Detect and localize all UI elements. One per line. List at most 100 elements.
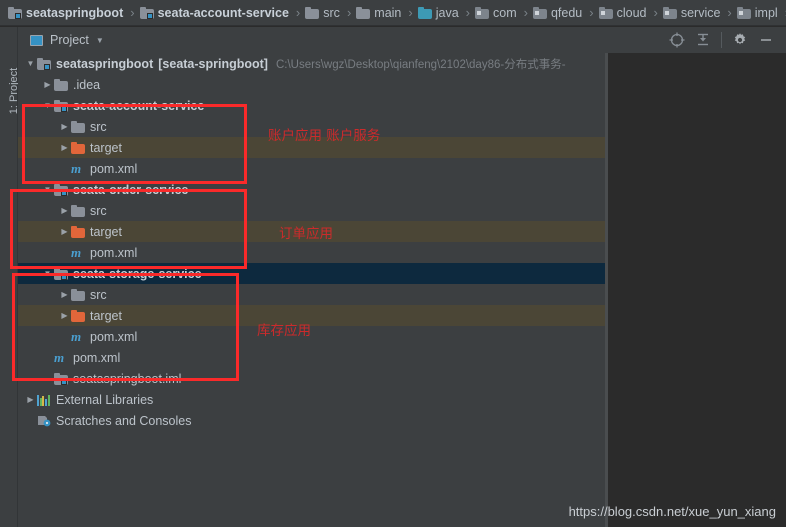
chevron-right-icon[interactable]: ▶ xyxy=(58,122,71,131)
tree-row[interactable]: ▶mpom.xml xyxy=(18,347,605,368)
tree-row-label: .idea xyxy=(73,77,101,92)
breadcrumb-separator: › xyxy=(653,5,658,20)
tree-row[interactable]: ▶mpom.xml xyxy=(18,158,605,179)
tree-row-label: seataspringboot.iml xyxy=(73,371,182,386)
project-icon xyxy=(30,34,43,46)
breadcrumb-item-impl[interactable]: impl xyxy=(735,0,780,25)
breadcrumb-separator: › xyxy=(780,5,786,20)
tree-row[interactable]: ▶Scratches and Consoles xyxy=(18,410,605,431)
chevron-right-icon[interactable]: ▶ xyxy=(58,290,71,299)
tree-row-label: pom.xml xyxy=(73,350,121,365)
editor-area xyxy=(608,53,786,527)
excluded-folder-icon xyxy=(71,141,85,154)
package-folder-icon xyxy=(662,6,677,19)
select-opened-file-icon[interactable] xyxy=(665,29,689,51)
tree-row[interactable]: ▶mpom.xml xyxy=(18,326,605,347)
folder-icon xyxy=(71,120,85,133)
breadcrumb-item-seataspringboot[interactable]: seataspringboot xyxy=(6,0,125,25)
chevron-right-icon[interactable]: ▶ xyxy=(41,80,54,89)
tree-row[interactable]: ▼ seata-account-service xyxy=(18,95,605,116)
excluded-folder-icon xyxy=(71,309,85,322)
breadcrumb-item-label: main xyxy=(374,5,402,20)
breadcrumb-item-label: impl xyxy=(754,5,778,20)
maven-file-icon: m xyxy=(54,349,65,365)
tree-row-path: C:\Users\wgz\Desktop\qianfeng\2102\day86… xyxy=(275,58,566,71)
maven-file-icon: m xyxy=(71,160,82,176)
order-note: 订单应用 xyxy=(279,226,333,242)
chevron-down-icon[interactable]: ▼ xyxy=(41,269,54,278)
tree-row[interactable]: ▶ src xyxy=(18,200,605,221)
module-folder-icon xyxy=(54,267,68,280)
tree-row[interactable]: ▼ seata-storage-service xyxy=(18,263,605,284)
chevron-right-icon[interactable]: ▶ xyxy=(58,206,71,215)
package-folder-icon xyxy=(475,6,489,19)
libraries-icon xyxy=(37,394,51,406)
package-folder-icon xyxy=(736,6,751,19)
tree-row-label: seata-storage-service xyxy=(73,266,202,281)
module-folder-icon xyxy=(8,6,22,19)
breadcrumb-item-label: cloud xyxy=(616,5,647,20)
account-note: 账户应用 账户服务 xyxy=(268,128,381,144)
breadcrumb-separator: › xyxy=(408,5,413,20)
settings-gear-icon[interactable] xyxy=(728,29,752,51)
tree-row[interactable]: ▶ External Libraries xyxy=(18,389,605,410)
folder-icon xyxy=(305,6,320,19)
breadcrumb-item-cloud[interactable]: cloud xyxy=(597,0,649,25)
chevron-right-icon[interactable]: ▶ xyxy=(58,143,71,152)
chevron-down-icon[interactable]: ▼ xyxy=(41,101,54,110)
tree-row-label: pom.xml xyxy=(90,329,138,344)
project-toolwindow-header: Project ▼ xyxy=(18,27,786,53)
tree-row-label: src xyxy=(90,203,107,218)
breadcrumb: seataspringboot › seata-account-service › sr… xyxy=(0,0,786,26)
tree-row-label: seata-order-service xyxy=(73,182,189,197)
breadcrumb-item-service[interactable]: service xyxy=(661,0,723,25)
folder-icon xyxy=(356,6,371,19)
breadcrumb-item-seata-account-service[interactable]: seata-account-service xyxy=(138,0,291,25)
tree-row[interactable]: ▶ target xyxy=(18,305,605,326)
breadcrumb-item-com[interactable]: com xyxy=(473,0,519,25)
project-title-label: Project xyxy=(50,33,89,47)
chevron-down-icon[interactable]: ▼ xyxy=(24,59,37,68)
breadcrumb-item-label: src xyxy=(323,5,340,20)
breadcrumb-item-src[interactable]: src xyxy=(303,0,342,25)
module-file-icon xyxy=(54,372,68,385)
module-folder-icon xyxy=(54,183,68,196)
folder-icon xyxy=(54,78,68,91)
tree-row[interactable]: ▼ seata-order-service xyxy=(18,179,605,200)
breadcrumb-item-label: service xyxy=(680,5,721,20)
chevron-right-icon[interactable]: ▶ xyxy=(58,311,71,320)
breadcrumb-item-qfedu[interactable]: qfedu xyxy=(531,0,584,25)
breadcrumb-item-main[interactable]: main xyxy=(354,0,403,25)
toolwindow-actions xyxy=(665,29,786,51)
project-title-button[interactable]: Project ▼ xyxy=(18,33,104,47)
package-folder-icon xyxy=(532,6,547,19)
maven-file-icon: m xyxy=(71,244,82,260)
chevron-down-icon[interactable]: ▼ xyxy=(96,36,104,45)
tree-row[interactable]: ▼ seataspringboot [seata-springboot] C:\Use… xyxy=(18,53,605,74)
breadcrumb-item-label: com xyxy=(493,5,517,20)
breadcrumb-separator: › xyxy=(346,5,352,20)
chevron-right-icon[interactable]: ▶ xyxy=(24,395,37,404)
hide-icon[interactable] xyxy=(754,29,778,51)
collapse-all-icon[interactable] xyxy=(691,29,715,51)
tree-row-label: seata-account-service xyxy=(73,98,205,113)
tree-row[interactable]: ▶mpom.xml xyxy=(18,242,605,263)
breadcrumb-item-java[interactable]: java xyxy=(416,0,461,25)
breadcrumb-item-label: seata-account-service xyxy=(157,5,289,20)
chevron-down-icon[interactable]: ▼ xyxy=(41,185,54,194)
chevron-right-icon[interactable]: ▶ xyxy=(58,227,71,236)
breadcrumb-item-label: seataspringboot xyxy=(26,5,124,20)
breadcrumb-separator: › xyxy=(589,5,594,20)
tree-row[interactable]: ▶ src xyxy=(18,284,605,305)
tree-row[interactable]: ▶ .idea xyxy=(18,74,605,95)
panel-splitter[interactable] xyxy=(605,53,608,527)
module-folder-icon xyxy=(139,6,154,19)
tree-row-label: seataspringboot xyxy=(56,56,154,71)
breadcrumb-separator: › xyxy=(727,5,732,20)
breadcrumb-separator: › xyxy=(523,5,528,20)
tree-row-label: pom.xml xyxy=(90,245,138,260)
tool-window-stripe-left: 1: Project xyxy=(0,27,20,527)
tree-row-label: Scratches and Consoles xyxy=(56,413,192,428)
tree-row[interactable]: ▶seataspringboot.iml xyxy=(18,368,605,389)
tree-row-label: src xyxy=(90,119,107,134)
